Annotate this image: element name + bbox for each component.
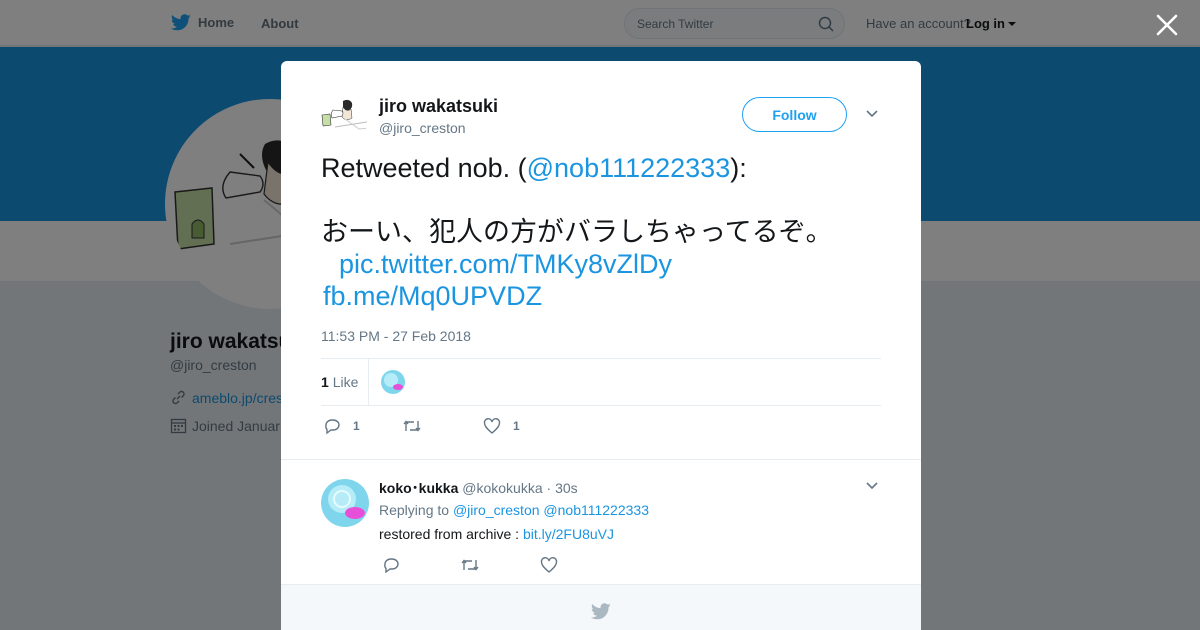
tweet-body: おーい、犯人の方がバラしちゃってるぞ。 — [321, 217, 833, 247]
reply-text: restored from archive : bit.ly/2FU8uVJ — [379, 526, 614, 542]
tweet-mention-link[interactable]: @nob111222333 — [527, 153, 731, 183]
reply-heart-icon[interactable] — [540, 556, 558, 574]
author-avatar-image — [321, 93, 369, 141]
likes-count[interactable]: 1 Like — [321, 374, 358, 390]
reply-author-handle[interactable]: @kokokukka — [462, 480, 542, 496]
reply-avatar[interactable] — [321, 479, 369, 527]
author-handle[interactable]: @jiro_creston — [379, 120, 466, 136]
likes-count-label: Like — [332, 374, 359, 390]
stats-divider — [368, 359, 369, 405]
liker-avatar-image — [381, 370, 405, 394]
tweet-timestamp[interactable]: 11:53 PM - 27 Feb 2018 — [321, 328, 471, 344]
close-icon[interactable] — [1155, 13, 1179, 37]
reply-text-body: restored from archive : — [379, 526, 520, 542]
tweet-suffix: ): — [730, 153, 747, 183]
reply-time[interactable]: · 30s — [547, 480, 578, 496]
tweet-stats: 1 Like — [321, 358, 881, 406]
replying-prefix: Replying to — [379, 502, 450, 518]
retweet-action[interactable] — [402, 417, 434, 435]
follow-button[interactable]: Follow — [742, 97, 847, 132]
likes-count-value: 1 — [321, 374, 329, 390]
tweet-line-1: Retweeted nob. (@nob111222333): — [321, 152, 881, 184]
reply-icon — [325, 419, 340, 435]
twitter-bird-icon — [591, 603, 611, 620]
reply-count: 1 — [353, 419, 360, 433]
tweet-fb-link[interactable]: fb.me/Mq0UPVDZ — [323, 281, 542, 311]
tweet-modal: jiro wakatsuki @jiro_creston Follow Retw… — [281, 61, 921, 630]
reply-retweet-icon[interactable] — [460, 556, 480, 574]
reply-header: koko･kukka @kokokukka · 30s — [379, 478, 578, 498]
modal-footer — [281, 584, 921, 630]
liker-avatar[interactable] — [381, 370, 405, 394]
reply-reply-icon[interactable] — [382, 556, 400, 574]
reply-action[interactable]: 1 — [323, 417, 360, 435]
reply-link[interactable]: bit.ly/2FU8uVJ — [523, 526, 614, 542]
replying-mention-1[interactable]: @jiro_creston — [453, 502, 540, 518]
reply-avatar-image — [321, 479, 369, 527]
like-count: 1 — [513, 419, 520, 433]
reply-author-name[interactable]: koko･kukka — [379, 480, 458, 496]
like-action[interactable]: 1 — [483, 417, 520, 435]
tweet-text: Retweeted nob. (@nob111222333): おーい、犯人の方… — [321, 152, 881, 312]
author-avatar[interactable] — [321, 93, 369, 141]
chevron-down-icon[interactable] — [865, 109, 879, 119]
replying-mention-2[interactable]: @nob111222333 — [543, 502, 649, 518]
reply-chevron-down-icon[interactable] — [865, 481, 879, 491]
replying-to: Replying to @jiro_creston @nob111222333 — [379, 502, 649, 518]
reply-separator — [281, 459, 921, 460]
tweet-prefix: Retweeted nob. ( — [321, 153, 527, 183]
author-name[interactable]: jiro wakatsuki — [379, 96, 498, 117]
heart-icon — [483, 418, 501, 434]
retweet-icon — [403, 420, 421, 432]
tweet-pic-link[interactable]: pic.twitter.com/TMKy8vZlDy — [339, 249, 672, 279]
